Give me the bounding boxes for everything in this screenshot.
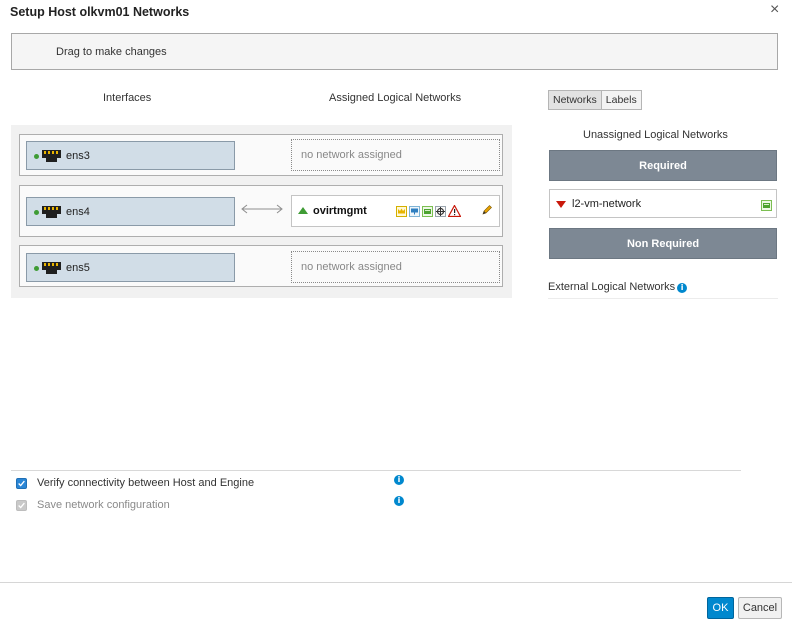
nic-ens4[interactable]: ens4 bbox=[26, 197, 235, 226]
interfaces-panel: ens3 no network assigned ens4 ovirtmgmt bbox=[11, 125, 512, 298]
network-up-icon bbox=[298, 207, 308, 214]
no-network-text: no network assigned bbox=[301, 149, 402, 161]
no-network-text: no network assigned bbox=[301, 261, 402, 273]
assigned-network-ovirtmgmt[interactable]: ovirtmgmt bbox=[291, 195, 500, 227]
tab-networks[interactable]: Networks bbox=[548, 90, 602, 110]
info-icon[interactable]: i bbox=[394, 475, 404, 485]
warning-icon bbox=[448, 205, 461, 217]
non-required-section-bar: Non Required bbox=[549, 228, 777, 259]
divider bbox=[11, 470, 741, 471]
interface-row-ens4: ens4 ovirtmgmt bbox=[19, 185, 503, 237]
network-drop-slot[interactable]: no network assigned bbox=[291, 251, 500, 283]
drag-hint-box: Drag to make changes bbox=[11, 33, 778, 70]
required-section-bar: Required bbox=[549, 150, 777, 181]
cancel-button[interactable]: Cancel bbox=[738, 597, 782, 619]
footer-divider bbox=[0, 582, 792, 583]
management-icon bbox=[396, 206, 407, 217]
nic-name: ens4 bbox=[66, 206, 90, 218]
dialog-title: Setup Host olkvm01 Networks bbox=[10, 5, 190, 19]
display-icon bbox=[409, 206, 420, 217]
nic-ens5[interactable]: ens5 bbox=[26, 253, 235, 282]
unassigned-networks-heading: Unassigned Logical Networks bbox=[583, 129, 728, 141]
ethernet-port-icon bbox=[42, 150, 61, 162]
ethernet-port-icon bbox=[42, 262, 61, 274]
verify-connectivity-label: Verify connectivity between Host and Eng… bbox=[37, 477, 255, 489]
double-arrow-icon bbox=[241, 204, 283, 214]
network-down-icon bbox=[556, 201, 566, 208]
vm-icon bbox=[761, 200, 772, 211]
info-icon[interactable]: i bbox=[394, 496, 404, 506]
nic-name: ens3 bbox=[66, 150, 90, 162]
status-up-icon bbox=[34, 210, 39, 215]
close-icon[interactable]: × bbox=[770, 2, 779, 18]
interfaces-heading: Interfaces bbox=[103, 92, 152, 104]
tab-labels[interactable]: Labels bbox=[601, 90, 642, 110]
assigned-networks-heading: Assigned Logical Networks bbox=[329, 92, 462, 104]
edit-icon[interactable] bbox=[481, 204, 493, 216]
checkmark-icon bbox=[18, 480, 25, 487]
nic-name: ens5 bbox=[66, 262, 90, 274]
save-config-checkbox[interactable] bbox=[16, 500, 27, 511]
info-icon[interactable]: i bbox=[677, 283, 688, 293]
unassigned-network-l2-vm-network[interactable]: l2-vm-network bbox=[549, 189, 777, 218]
interface-row-ens5: ens5 no network assigned bbox=[19, 245, 503, 287]
vm-icon bbox=[422, 206, 433, 217]
ok-button[interactable]: OK bbox=[707, 597, 734, 619]
external-networks-heading: External Logical Networks i bbox=[548, 281, 688, 293]
save-config-label: Save network configuration bbox=[37, 499, 170, 511]
ethernet-port-icon bbox=[42, 206, 61, 218]
network-drop-slot[interactable]: no network assigned bbox=[291, 139, 500, 171]
status-up-icon bbox=[34, 266, 39, 271]
checkmark-icon bbox=[18, 502, 25, 509]
migration-icon bbox=[435, 206, 446, 217]
verify-connectivity-checkbox[interactable] bbox=[16, 478, 27, 489]
nic-ens3[interactable]: ens3 bbox=[26, 141, 235, 170]
status-up-icon bbox=[34, 154, 39, 159]
drag-hint-text: Drag to make changes bbox=[56, 46, 167, 58]
network-name: ovirtmgmt bbox=[313, 205, 367, 217]
network-name: l2-vm-network bbox=[572, 198, 642, 210]
divider bbox=[548, 298, 778, 299]
external-networks-label: External Logical Networks bbox=[548, 281, 676, 293]
interface-row-ens3: ens3 no network assigned bbox=[19, 134, 503, 176]
right-tabs: Networks Labels bbox=[548, 90, 642, 110]
